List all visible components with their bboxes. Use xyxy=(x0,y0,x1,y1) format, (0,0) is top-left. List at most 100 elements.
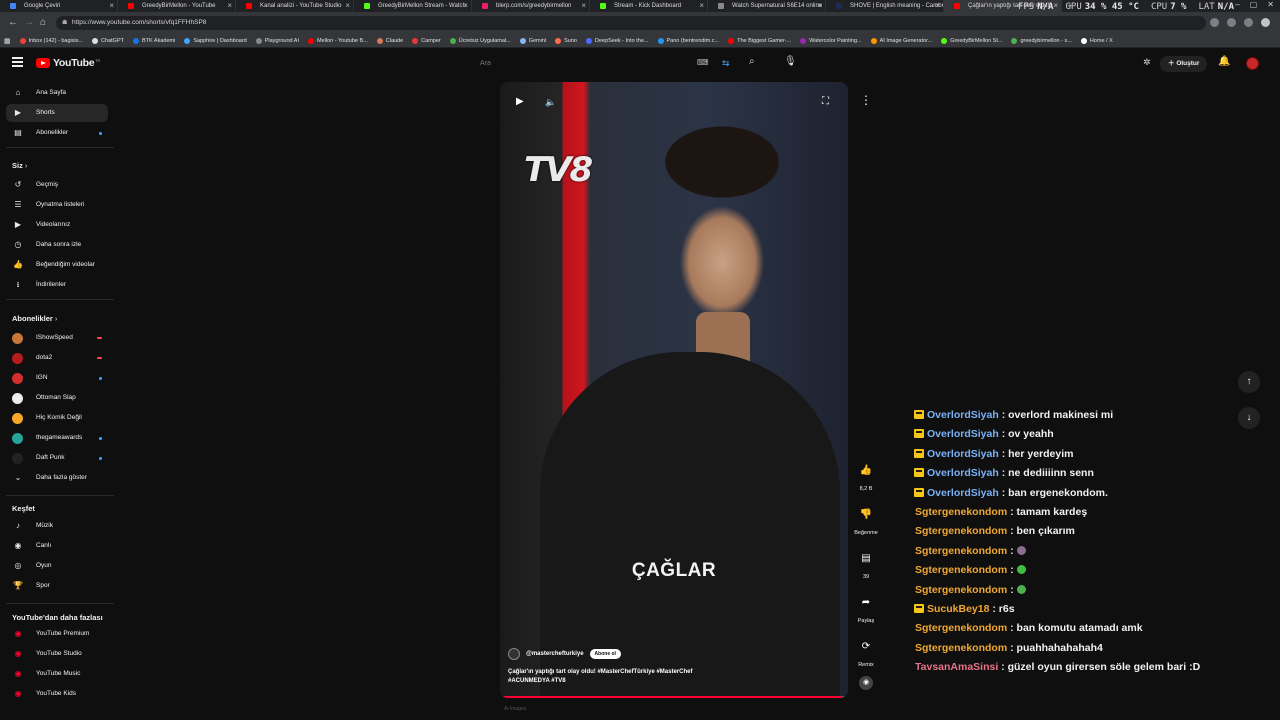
bookmark-item[interactable]: Watercolor Painting... xyxy=(800,37,862,44)
subscribe-button[interactable]: Abone ol xyxy=(589,649,621,659)
channel-name[interactable]: @masterchefturkiye xyxy=(526,651,584,657)
bookmark-item[interactable]: greedybirmellon - s... xyxy=(1011,37,1072,44)
studio-icon[interactable]: ✲ xyxy=(1143,57,1151,67)
chat-username[interactable]: OverlordSiyah xyxy=(927,487,999,499)
sidebar-item-youtube-app[interactable]: ◉ YouTube Premium xyxy=(6,625,108,643)
chat-username[interactable]: Sgtergenekondom xyxy=(915,564,1007,576)
fullscreen-icon[interactable]: ⛶ xyxy=(822,96,829,108)
sidebar-item-gaming[interactable]: ◎ Oyun xyxy=(6,557,108,575)
tab-close-icon[interactable]: × xyxy=(935,0,940,12)
like-button[interactable]: 👍 8,2 B xyxy=(852,458,880,492)
bookmark-item[interactable]: Home / X xyxy=(1080,37,1113,44)
sidebar-item-watch-later[interactable]: ◷ Daha sonra izle xyxy=(6,236,108,254)
more-options-icon[interactable]: ⋮ xyxy=(860,94,872,106)
tab-close-icon[interactable]: × xyxy=(227,0,232,12)
video-caption[interactable]: Çağlar'ın yaptığı tart olay oldu! #Maste… xyxy=(508,668,748,686)
sidebar-item-history[interactable]: ↺ Geçmiş xyxy=(6,176,108,194)
profile-icon[interactable] xyxy=(1261,18,1270,27)
sidebar-item-subscriptions[interactable]: ▤ Abonelikler xyxy=(6,124,108,142)
sidebar-item-youtube-app[interactable]: ◉ YouTube Studio xyxy=(6,645,108,663)
sidebar-item-channel[interactable]: Ottoman Slap xyxy=(6,389,108,407)
apps-icon[interactable]: ▦ xyxy=(4,37,11,45)
bookmark-item[interactable]: Inbox (142) - bagisis... xyxy=(19,37,83,44)
sidebar-item-sports[interactable]: 🏆 Spor xyxy=(6,577,108,595)
video-progress-bar[interactable] xyxy=(500,696,848,698)
chat-username[interactable]: Sgtergenekondom xyxy=(915,622,1007,634)
bookmark-item[interactable]: Sapphire | Dashboard xyxy=(184,37,247,44)
menu-icon[interactable] xyxy=(12,57,23,67)
youtube-logo[interactable]: YouTube TR xyxy=(36,57,100,69)
bookmark-item[interactable]: Gemini xyxy=(519,37,546,44)
sidebar-item-playlists[interactable]: ☰ Oynatma listeleri xyxy=(6,196,108,214)
bookmark-item[interactable]: GreedyBirMellon St... xyxy=(941,37,1002,44)
tab-close-icon[interactable]: × xyxy=(817,0,822,12)
bookmark-item[interactable]: The Biggest Gamer-... xyxy=(728,37,791,44)
sidebar-item-music[interactable]: ♪ Müzik xyxy=(6,517,108,535)
sidebar-item-channel[interactable]: dota2 xyxy=(6,349,108,367)
chat-username[interactable]: SucukBey18 xyxy=(927,603,989,615)
bookmark-item[interactable]: DeepSeek - Into the... xyxy=(586,37,649,44)
browser-tab[interactable]: GreedyBirMellon - YouTube × xyxy=(118,0,236,12)
account-avatar[interactable] xyxy=(1246,57,1259,70)
chat-username[interactable]: OverlordSiyah xyxy=(927,467,999,479)
comments-button[interactable]: ▤ 39 xyxy=(852,546,880,580)
share-button[interactable]: ➦ Paylaş xyxy=(852,590,880,624)
chat-username[interactable]: OverlordSiyah xyxy=(927,448,999,460)
bookmark-item[interactable]: AI Image Generator... xyxy=(870,37,932,44)
sidebar-section-subscriptions[interactable]: Abonelikler › xyxy=(12,314,57,323)
extension-icon[interactable] xyxy=(1244,18,1253,27)
sidebar-item-your-videos[interactable]: ▶ Videolarınız xyxy=(6,216,108,234)
bookmark-item[interactable]: Mellon - Youtube B... xyxy=(307,37,368,44)
chat-username[interactable]: TavsanAmaSinsi xyxy=(915,661,998,673)
chat-username[interactable]: OverlordSiyah xyxy=(927,428,999,440)
extension-icon[interactable] xyxy=(1227,18,1236,27)
window-close-icon[interactable]: ✕ xyxy=(1267,0,1274,10)
remix-button[interactable]: ⟳ Remix xyxy=(852,634,880,668)
browser-tab[interactable]: Kanal analizi - YouTube Studio × xyxy=(236,0,354,12)
sidebar-section-you[interactable]: Siz › xyxy=(12,161,27,170)
site-info-icon[interactable]: ☗ xyxy=(62,16,67,30)
sidebar-item-shorts[interactable]: ▶ Shorts xyxy=(6,104,108,122)
browser-tab[interactable]: Google Çeviri × xyxy=(0,0,118,12)
tab-close-icon[interactable]: × xyxy=(699,0,704,12)
channel-avatar[interactable] xyxy=(508,648,520,660)
create-button[interactable]: ＋ Oluştur xyxy=(1160,56,1208,72)
tab-close-icon[interactable]: × xyxy=(463,0,468,12)
chat-username[interactable]: OverlordSiyah xyxy=(927,409,999,421)
show-more-button[interactable]: ⌄ Daha fazla göster xyxy=(6,469,108,487)
translate-icon[interactable]: ⇆ xyxy=(722,58,730,68)
bookmark-item[interactable]: Claude xyxy=(376,37,403,44)
browser-tab[interactable]: SHOVE | English meaning - Cambr × xyxy=(826,0,944,12)
previous-short-button[interactable]: ↑ xyxy=(1238,371,1260,393)
sidebar-item-channel[interactable]: IGN xyxy=(6,369,108,387)
sidebar-section-more[interactable]: YouTube'dan daha fazlası xyxy=(12,613,103,622)
maximize-icon[interactable]: ▢ xyxy=(1250,0,1258,10)
url-field[interactable]: ☗ https://www.youtube.com/shorts/vfq1FFH… xyxy=(56,16,1206,30)
bookmark-item[interactable]: Suno xyxy=(555,37,577,44)
volume-icon[interactable]: 🔈 xyxy=(545,96,556,108)
chat-username[interactable]: Sgtergenekondom xyxy=(915,525,1007,537)
sidebar-item-youtube-app[interactable]: ◉ YouTube Kids xyxy=(6,685,108,703)
sidebar-item-liked-videos[interactable]: 👍 Beğendiğim videolar xyxy=(6,256,108,274)
bookmark-item[interactable]: BTK Akademi xyxy=(132,37,175,44)
bookmark-item[interactable]: Camper xyxy=(412,37,441,44)
sound-button[interactable]: ◉ xyxy=(852,676,880,690)
sidebar-section-explore[interactable]: Keşfet xyxy=(12,504,35,513)
minimize-icon[interactable]: – xyxy=(1235,0,1239,10)
sidebar-item-channel[interactable]: Daft Punk xyxy=(6,449,108,467)
sidebar-item-downloads[interactable]: ⭳ İndirilenler xyxy=(6,276,108,294)
search-icon[interactable]: ⌕ xyxy=(749,57,755,67)
keyboard-icon[interactable]: ⌨ xyxy=(697,58,709,68)
bookmark-item[interactable]: ChatGPT xyxy=(92,37,124,44)
tab-close-icon[interactable]: × xyxy=(109,0,114,12)
chat-username[interactable]: Sgtergenekondom xyxy=(915,642,1007,654)
sidebar-item-channel[interactable]: IShowSpeed xyxy=(6,329,108,347)
back-icon[interactable]: ← xyxy=(8,18,18,28)
chat-username[interactable]: Sgtergenekondom xyxy=(915,584,1007,596)
browser-tab[interactable]: Watch Supernatural S6E14 online × xyxy=(708,0,826,12)
bookmark-item[interactable]: Ücretsiz Uygulamal... xyxy=(449,37,511,44)
play-icon[interactable]: ▶ xyxy=(516,96,524,108)
browser-tab[interactable]: blerp.com/s/greedybirmellon × xyxy=(472,0,590,12)
forward-icon[interactable]: → xyxy=(24,18,34,28)
browser-tab[interactable]: GreedyBirMellon Stream - Watch × xyxy=(354,0,472,12)
